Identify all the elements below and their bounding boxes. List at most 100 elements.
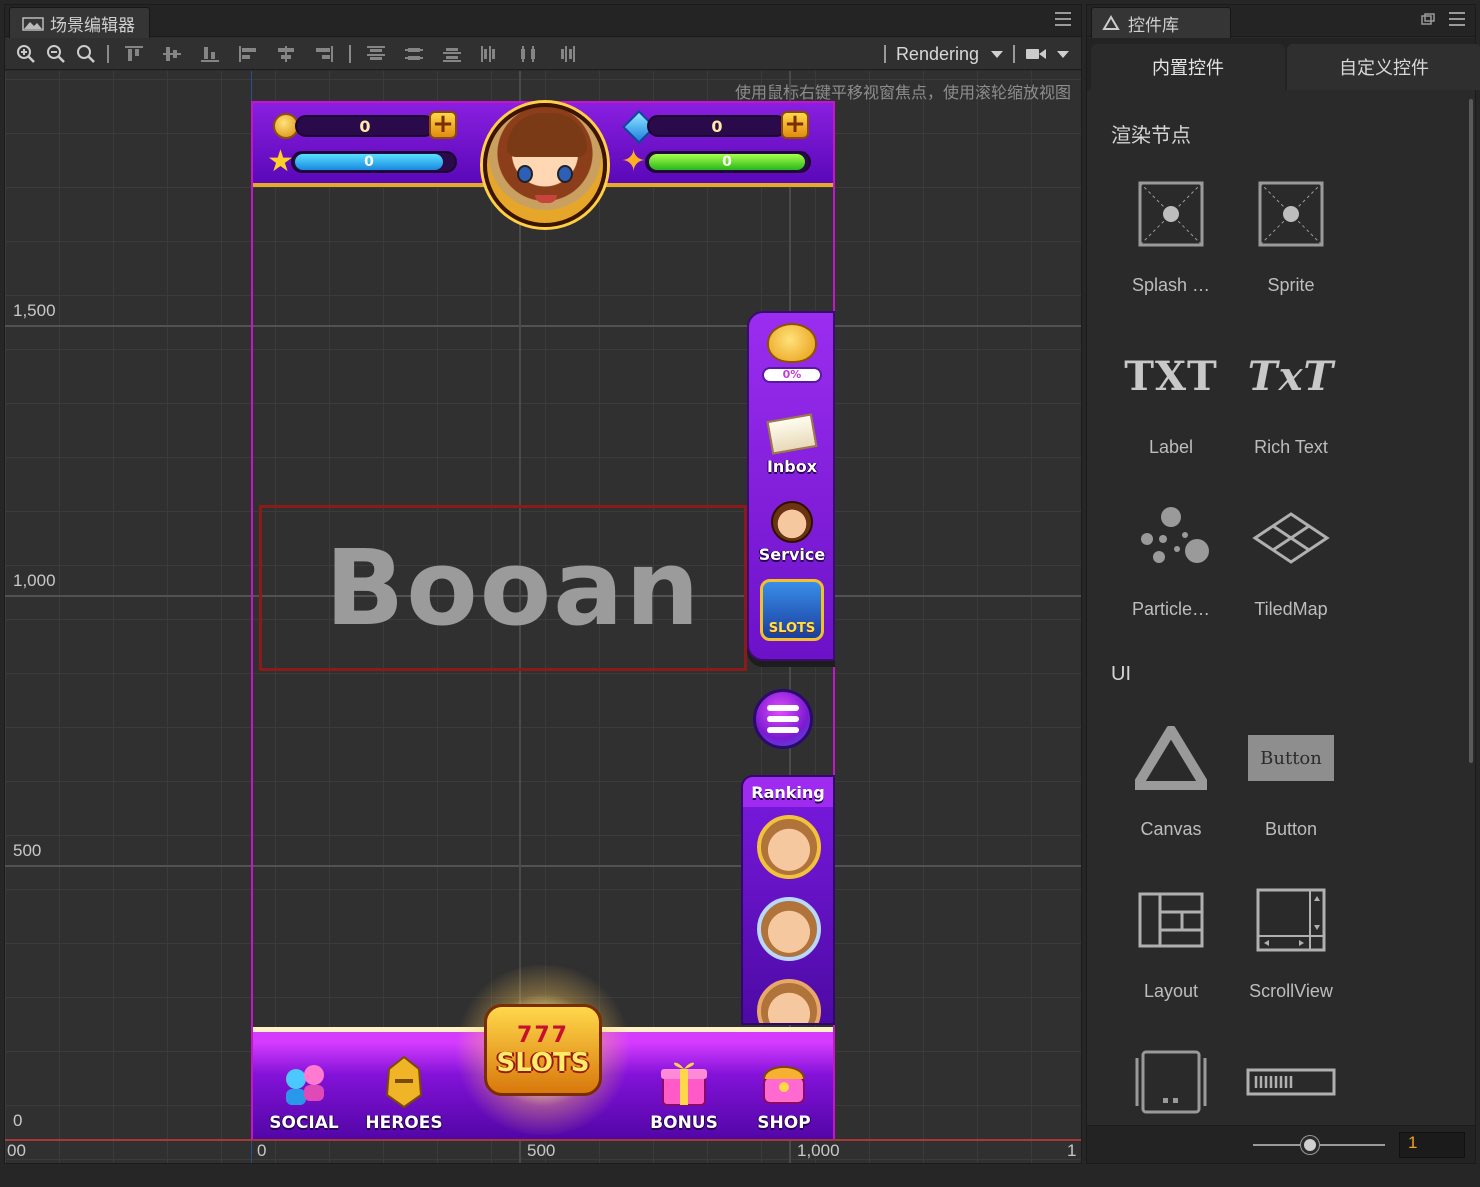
coins-value: 0	[359, 116, 371, 136]
button-icon: Button	[1248, 735, 1334, 781]
zoom-fit-icon[interactable]	[71, 41, 101, 67]
widget-label: Label	[1148, 437, 1194, 457]
render-nodes-title: 渲染节点	[1111, 125, 1191, 147]
energy-value: 0	[722, 154, 732, 170]
icon-size-slider-track[interactable]	[1253, 1144, 1385, 1146]
menu-line	[767, 727, 799, 733]
widget-splash-sprite[interactable]: Splash …	[1111, 169, 1231, 319]
toolbar-separator	[883, 45, 886, 63]
player-avatar[interactable]	[483, 103, 607, 227]
social-icon	[286, 1065, 324, 1105]
camera-dropdown[interactable]	[1025, 47, 1069, 61]
distribute-bottom-icon[interactable]	[433, 41, 471, 67]
inbox-label: Inbox	[766, 457, 818, 476]
scene-toolbar: Rendering	[5, 38, 1081, 70]
icon-size-input[interactable]: 1	[1399, 1132, 1465, 1158]
widget-pageview[interactable]	[1111, 1037, 1231, 1187]
rendering-dropdown[interactable]: Rendering	[896, 44, 1003, 65]
ruler-y-label: 1,000	[13, 571, 56, 590]
avatar-mouth	[535, 195, 557, 203]
zoom-in-icon[interactable]	[11, 41, 41, 67]
chevron-down-icon	[991, 50, 1003, 58]
progressbar-icon	[1246, 1068, 1336, 1096]
zoom-out-icon[interactable]	[41, 41, 71, 67]
widget-library-tab-label: 控件库	[1128, 15, 1179, 35]
slots-main-button[interactable]: 777 SLOTS	[451, 965, 635, 1135]
avatar-eye	[517, 165, 533, 183]
social-label: SOCIAL	[269, 1113, 339, 1133]
bonus-button[interactable]: BONUS	[639, 1055, 729, 1133]
widget-label: Canvas	[1140, 819, 1202, 839]
widget-tiledmap[interactable]: TiledMap	[1231, 493, 1351, 643]
add-gems-button[interactable]: +	[781, 111, 809, 139]
avatar-hair	[507, 113, 587, 157]
scene-icon	[22, 17, 44, 31]
slot-machine-icon: 777 SLOTS	[484, 1004, 602, 1096]
ruler-y-label: 0	[13, 1111, 23, 1130]
hamburger-menu-button[interactable]	[753, 689, 813, 749]
distribute-top-icon[interactable]	[357, 41, 395, 67]
popout-icon[interactable]	[1421, 13, 1435, 25]
rank-avatar-gold[interactable]	[757, 815, 821, 879]
slots-shortcut-button[interactable]: SLOTS	[753, 579, 831, 641]
star-icon: ★	[267, 145, 294, 178]
widget-scrollview[interactable]: ScrollView	[1231, 875, 1351, 1025]
heroes-button[interactable]: HEROES	[359, 1055, 449, 1133]
distribute-vcenter-icon[interactable]	[395, 41, 433, 67]
game-canvas[interactable]: Booan 0 + ★ 0 0 + ✦ 0 0% Inbox Service S…	[251, 101, 835, 1141]
widget-progressbar[interactable]	[1231, 1037, 1351, 1187]
widget-label: Button	[1264, 819, 1318, 839]
icon-size-slider-handle[interactable]	[1301, 1136, 1319, 1154]
tab-builtin-widgets[interactable]: 内置控件	[1091, 44, 1285, 90]
service-button[interactable]: Service	[753, 501, 831, 564]
align-left-icon[interactable]	[229, 41, 267, 67]
piggy-bank-button[interactable]: 0%	[753, 323, 831, 383]
menu-line	[767, 705, 799, 711]
distribute-right-icon[interactable]	[547, 41, 585, 67]
widget-particle-system[interactable]: Particle…	[1111, 493, 1231, 643]
scene-editor-tab[interactable]: 场景编辑器	[9, 7, 150, 38]
label-text-icon: TXT	[1124, 352, 1218, 400]
treasure-icon	[763, 1066, 805, 1104]
hamburger-icon[interactable]	[1055, 12, 1071, 26]
slots-main-label: SLOTS	[496, 1047, 590, 1078]
inbox-button[interactable]: Inbox	[753, 413, 831, 476]
tab-custom-widgets[interactable]: 自定义控件	[1287, 44, 1480, 90]
library-scrollbar[interactable]	[1469, 99, 1473, 763]
add-coins-button[interactable]: +	[429, 111, 457, 139]
distribute-hcenter-icon[interactable]	[509, 41, 547, 67]
scene-viewport[interactable]: 使用鼠标右键平移视窗焦点，使用滚轮缩放视图 1,500 1,000 500 0 …	[5, 71, 1081, 1163]
widget-label-node[interactable]: TXT Label	[1111, 331, 1231, 481]
align-hcenter-icon[interactable]	[267, 41, 305, 67]
widget-rich-text[interactable]: TxT Rich Text	[1231, 331, 1351, 481]
ranking-panel: Ranking	[741, 775, 835, 1025]
widget-canvas[interactable]: Canvas	[1111, 713, 1231, 863]
library-icon	[1102, 15, 1120, 30]
energy-bar-fill: 0	[649, 154, 805, 170]
widget-button[interactable]: Button Button	[1231, 713, 1351, 863]
widget-library-panel: 控件库 内置控件 自定义控件 渲染节点 Splash … Sprite TXT …	[1086, 4, 1480, 1164]
ruler-x-label: 0	[257, 1141, 267, 1160]
align-right-icon[interactable]	[305, 41, 343, 67]
helmet-icon	[385, 1055, 423, 1109]
piggy-bank-icon	[767, 323, 817, 363]
align-vcenter-icon[interactable]	[153, 41, 191, 67]
social-button[interactable]: SOCIAL	[259, 1063, 349, 1133]
hamburger-icon[interactable]	[1449, 12, 1465, 26]
chevron-down-icon	[1057, 50, 1069, 58]
gems-counter: 0	[647, 115, 787, 137]
widget-library-tab[interactable]: 控件库	[1091, 7, 1231, 38]
align-top-icon[interactable]	[115, 41, 153, 67]
ruler-y-label: 1,500	[13, 301, 56, 320]
widget-layout[interactable]: Layout	[1111, 875, 1231, 1025]
widget-label: ScrollView	[1249, 981, 1333, 1001]
widget-label: Splash …	[1131, 275, 1211, 295]
rank-avatar-silver[interactable]	[757, 897, 821, 961]
particle-icon	[1141, 507, 1209, 563]
distribute-left-icon[interactable]	[471, 41, 509, 67]
shop-button[interactable]: SHOP	[739, 1055, 829, 1133]
align-bottom-icon[interactable]	[191, 41, 229, 67]
tiledmap-icon	[1252, 512, 1330, 564]
widget-sprite[interactable]: Sprite	[1231, 169, 1351, 319]
sprite-placeholder-icon	[1258, 181, 1324, 247]
